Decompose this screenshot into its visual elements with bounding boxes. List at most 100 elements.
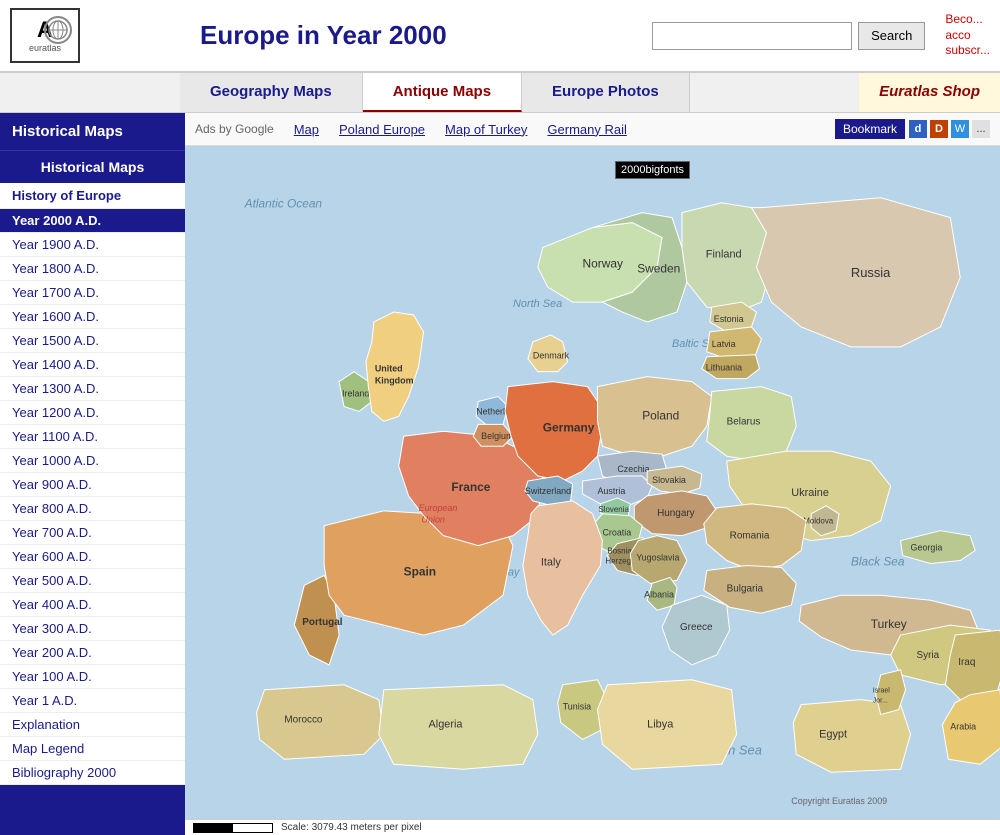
logo-box[interactable]: A euratlas: [10, 8, 80, 63]
sidebar-item-year-1400[interactable]: Year 1400 A.D.: [0, 353, 185, 377]
sidebar-item-year-1900[interactable]: Year 1900 A.D.: [0, 233, 185, 257]
main-layout: Historical Maps Historical Maps History …: [0, 113, 1000, 835]
sidebar-item-year-1100[interactable]: Year 1100 A.D.: [0, 425, 185, 449]
svg-text:Lithuania: Lithuania: [706, 363, 742, 373]
svg-text:Israel: Israel: [873, 688, 890, 695]
header-promo: Beco...accosubscr...: [925, 12, 990, 59]
sidebar-item-year-900[interactable]: Year 900 A.D.: [0, 473, 185, 497]
sidebar-item-year-100[interactable]: Year 100 A.D.: [0, 665, 185, 689]
sidebar-item-year-1700[interactable]: Year 1700 A.D.: [0, 281, 185, 305]
map-container[interactable]: 2000bigfonts Atlantic Ocean North Sea Ba…: [185, 146, 1000, 835]
sidebar-item-history-of-europe[interactable]: History of Europe: [0, 183, 185, 209]
ad-link-poland[interactable]: Poland Europe: [339, 122, 425, 137]
svg-text:Jor...: Jor...: [873, 698, 888, 705]
more-icon[interactable]: ...: [972, 120, 990, 138]
svg-text:Libya: Libya: [647, 718, 674, 730]
tab-geography-maps[interactable]: Geography Maps: [180, 73, 363, 112]
sidebar-item-year-1500[interactable]: Year 1500 A.D.: [0, 329, 185, 353]
bookmark-icons: d D W ...: [909, 120, 990, 138]
sidebar-item-map-legend[interactable]: Map Legend: [0, 737, 185, 761]
svg-text:Spain: Spain: [404, 564, 436, 578]
svg-text:Belgium: Belgium: [481, 431, 513, 441]
sidebar-item-year-2000[interactable]: Year 2000 A.D.: [0, 209, 185, 233]
svg-text:Syria: Syria: [917, 650, 940, 661]
logo-area: A euratlas: [10, 8, 190, 63]
svg-text:Black Sea: Black Sea: [851, 554, 905, 568]
svg-text:Estonia: Estonia: [714, 314, 744, 324]
tab-shop[interactable]: Euratlas Shop: [859, 73, 1000, 112]
svg-text:Atlantic Ocean: Atlantic Ocean: [244, 197, 323, 211]
content-area: Ads by Google Map Poland Europe Map of T…: [185, 113, 1000, 835]
sidebar-item-year-600[interactable]: Year 600 A.D.: [0, 545, 185, 569]
sidebar-item-explanation[interactable]: Explanation: [0, 713, 185, 737]
svg-text:Tunisia: Tunisia: [563, 702, 592, 712]
svg-text:Denmark: Denmark: [533, 351, 570, 361]
svg-text:Ukraine: Ukraine: [791, 487, 829, 499]
svg-text:Finland: Finland: [706, 248, 742, 260]
svg-text:European: European: [419, 503, 458, 513]
svg-text:Portugal: Portugal: [302, 617, 342, 628]
sidebar-item-year-500[interactable]: Year 500 A.D.: [0, 569, 185, 593]
ad-link-turkey[interactable]: Map of Turkey: [445, 122, 527, 137]
sidebar-item-year-1800[interactable]: Year 1800 A.D.: [0, 257, 185, 281]
delicious-icon[interactable]: d: [909, 120, 927, 138]
svg-text:Latvia: Latvia: [712, 339, 736, 349]
page-title: Europe in Year 2000: [190, 20, 652, 51]
svg-text:Turkey: Turkey: [871, 617, 907, 631]
svg-text:Egypt: Egypt: [819, 728, 847, 740]
tab-antique-maps[interactable]: Antique Maps: [363, 73, 522, 112]
scale-text: Scale: 3079.43 meters per pixel: [281, 822, 422, 833]
ad-bar: Ads by Google Map Poland Europe Map of T…: [185, 113, 1000, 146]
svg-text:Bulgaria: Bulgaria: [727, 583, 764, 594]
svg-text:Morocco: Morocco: [284, 715, 323, 726]
sidebar-sub-header: Historical Maps: [0, 151, 185, 183]
sidebar-header: Historical Maps: [0, 113, 185, 151]
ad-link-germany[interactable]: Germany Rail: [547, 122, 626, 137]
sidebar-item-year-700[interactable]: Year 700 A.D.: [0, 521, 185, 545]
svg-text:Switzerland: Switzerland: [525, 486, 571, 496]
ad-link-map[interactable]: Map: [294, 122, 319, 137]
sidebar-inner: Historical Maps History of Europe Year 2…: [0, 151, 185, 785]
search-button[interactable]: Search: [858, 22, 925, 50]
map-footer: Scale: 3079.43 meters per pixel: [185, 819, 1000, 835]
sidebar-item-year-200[interactable]: Year 200 A.D.: [0, 641, 185, 665]
svg-text:Romania: Romania: [730, 531, 770, 542]
svg-text:Hungary: Hungary: [657, 508, 695, 519]
svg-text:Algeria: Algeria: [429, 718, 464, 730]
svg-text:Ireland: Ireland: [342, 389, 369, 399]
sidebar-item-year-1600[interactable]: Year 1600 A.D.: [0, 305, 185, 329]
svg-text:Slovakia: Slovakia: [652, 475, 686, 485]
sidebar-item-year-1200[interactable]: Year 1200 A.D.: [0, 401, 185, 425]
digg-icon[interactable]: D: [930, 120, 948, 138]
svg-text:Arabia: Arabia: [950, 721, 976, 731]
windows-icon[interactable]: W: [951, 120, 969, 138]
sidebar-item-bibliography[interactable]: Bibliography 2000: [0, 761, 185, 785]
bookmark-button[interactable]: Bookmark: [835, 119, 905, 139]
sidebar-item-year-400[interactable]: Year 400 A.D.: [0, 593, 185, 617]
search-input[interactable]: [652, 22, 852, 50]
sidebar-item-year-1000[interactable]: Year 1000 A.D.: [0, 449, 185, 473]
svg-text:Union: Union: [422, 515, 445, 525]
bigfonts-badge: 2000bigfonts: [615, 161, 690, 179]
sidebar-item-year-800[interactable]: Year 800 A.D.: [0, 497, 185, 521]
svg-text:Georgia: Georgia: [911, 543, 943, 553]
search-area: Search: [652, 22, 925, 50]
bookmark-area: Bookmark d D W ...: [835, 119, 990, 139]
svg-text:Copyright Euratlas 2009: Copyright Euratlas 2009: [791, 796, 887, 806]
sidebar-item-year-300[interactable]: Year 300 A.D.: [0, 617, 185, 641]
svg-text:Kingdom: Kingdom: [375, 376, 414, 386]
sidebar: Historical Maps Historical Maps History …: [0, 113, 185, 835]
ads-by-google-label: Ads by Google: [195, 122, 274, 136]
svg-text:Italy: Italy: [541, 556, 562, 568]
page-header: A euratlas Europe in Year 2000 Search Be…: [0, 0, 1000, 73]
svg-text:Albania: Albania: [644, 589, 674, 599]
svg-text:Croatia: Croatia: [602, 528, 631, 538]
svg-text:Iraq: Iraq: [958, 657, 975, 668]
svg-text:Moldova: Moldova: [803, 517, 834, 526]
svg-text:United: United: [375, 364, 403, 374]
sidebar-item-year-1300[interactable]: Year 1300 A.D.: [0, 377, 185, 401]
sidebar-item-year-1[interactable]: Year 1 A.D.: [0, 689, 185, 713]
svg-text:France: France: [451, 480, 490, 494]
svg-text:Greece: Greece: [680, 622, 713, 633]
tab-europe-photos[interactable]: Europe Photos: [522, 73, 690, 112]
